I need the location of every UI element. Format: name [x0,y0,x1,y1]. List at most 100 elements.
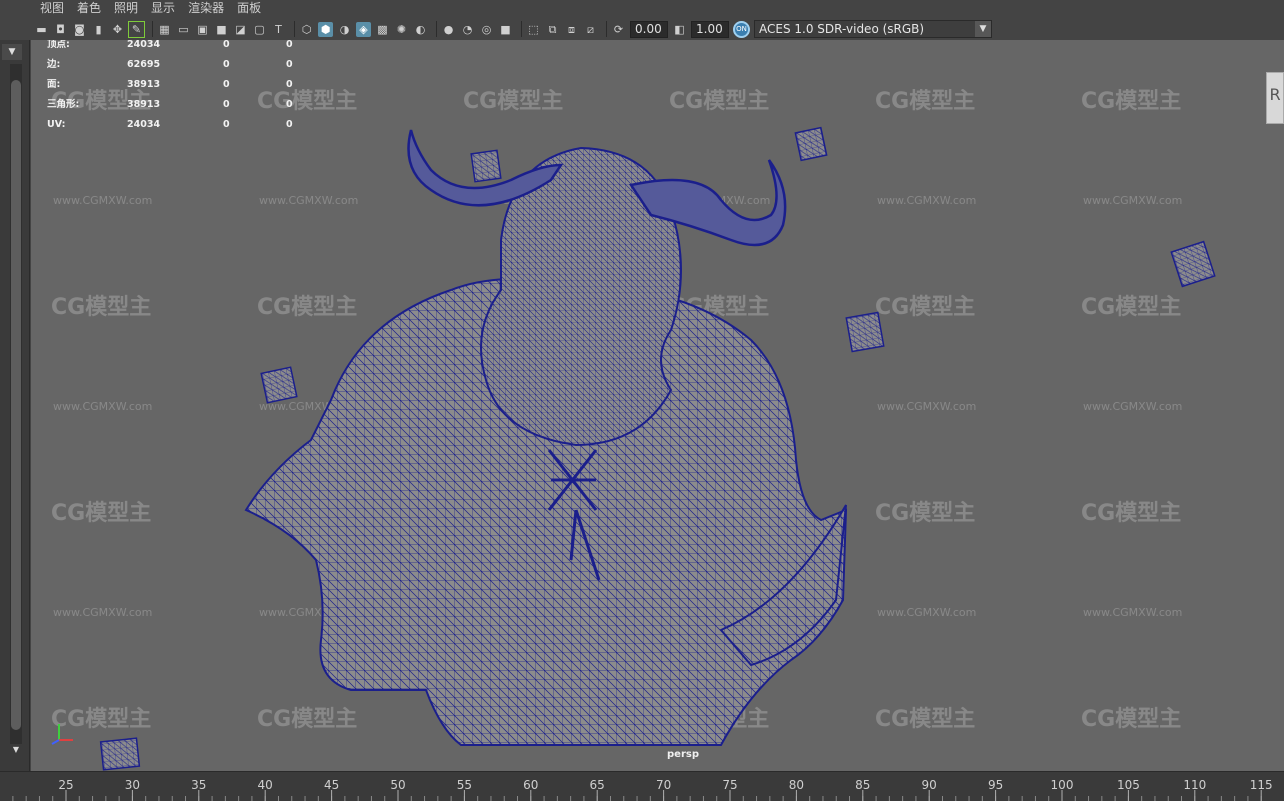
timeline-tick-label: 55 [457,778,472,792]
depth-of-field-icon[interactable]: ■ [498,22,513,37]
panel-scroll-thumb[interactable] [11,80,21,730]
watermark-logo: CG模型主 [463,89,563,114]
resolution-gate-icon[interactable]: ▣ [195,22,210,37]
toolbar-separator [521,21,522,37]
hud-row-faces: 面: 38913 0 0 [47,79,293,90]
grid-icon[interactable]: ▦ [157,22,172,37]
viewport-menu-bar: 视图 着色 照明 显示 渲染器 面板 [0,0,1284,16]
time-slider[interactable]: 25 30 35 40 45 50 55 60 65 70 75 80 85 90 95 100 105 110 1… [0,771,1284,801]
watermark-logo: CG模型主 [51,501,151,526]
color-management-toggle-icon[interactable]: ON [733,20,750,38]
isolate-select-icon[interactable]: ⬚ [526,22,541,37]
smooth-shade-icon[interactable]: ⬢ [318,21,333,37]
menu-lighting[interactable]: 照明 [114,0,138,16]
watermark-logo: CG模型主 [669,89,769,114]
xray-icon[interactable]: ⧉ [545,22,560,37]
hud-row-vertices: 顶点: 24034 0 0 [47,40,293,50]
watermark-logo: CG模型主 [1081,707,1181,732]
watermark-url: www.CGMXW.com [1083,606,1182,619]
timeline-tick-label: 100 [1051,778,1074,792]
gate-mask-icon[interactable]: ■ [214,22,229,37]
timeline-tick-label: 80 [789,778,804,792]
safe-action-icon[interactable]: ▢ [252,22,267,37]
camera-attributes-icon[interactable]: ◘ [53,22,68,37]
watermark-url: www.CGMXW.com [877,606,976,619]
timeline-tick-label: 85 [855,778,870,792]
hud-row-edges: 边: 62695 0 0 [47,59,293,70]
viewport-toolbar: ▬ ◘ ◙ ▮ ✥ ✎ ▦ ▭ ▣ ■ ◪ ▢ T ⬡ ⬢ ◑ ◈ ▩ ✺ ◐ … [34,18,1284,40]
watermark-url: www.CGMXW.com [1083,194,1182,207]
exposure-field[interactable]: 0.00 [630,20,668,38]
gamma-icon[interactable]: ◧ [672,22,687,37]
watermark-logo: CG模型主 [875,89,975,114]
watermark-logo: CG模型主 [257,707,357,732]
camera-name-label: persp [667,749,699,760]
perspective-viewport[interactable]: CG模型主 www.CGMXW.com CG模型主 www.CGMXW.com CG模型… [31,40,1284,771]
right-side-panel-tab[interactable]: R [1266,72,1284,124]
menu-show[interactable]: 显示 [151,0,175,16]
use-all-lights-icon[interactable]: ✺ [394,22,409,37]
chevron-down-icon[interactable]: ▼ [975,21,991,37]
timeline-tick-label: 60 [523,778,538,792]
timeline-tick-label: 75 [722,778,737,792]
timeline-tick-label: 40 [258,778,273,792]
two-d-pan-zoom-icon[interactable]: ✥ [110,22,125,37]
xray-joints-icon[interactable]: ⧄ [583,22,598,37]
wireframe-icon[interactable]: ⬡ [299,22,314,37]
timeline-tick-label: 25 [58,778,73,792]
watermark-logo: CG模型主 [1081,501,1181,526]
menu-view[interactable]: 视图 [40,0,64,16]
toolbar-separator [606,21,607,37]
use-default-material-icon[interactable]: ◑ [337,22,352,37]
timeline-tick-label: 45 [324,778,339,792]
timeline-tick-label: 30 [125,778,140,792]
timeline-tick-label: 65 [590,778,605,792]
watermark-url: www.CGMXW.com [877,194,976,207]
panel-menu-arrow-icon[interactable]: ▼ [2,44,22,60]
gamma-field[interactable]: 1.00 [691,20,729,38]
watermark-url: www.CGMXW.com [53,606,152,619]
safe-title-icon[interactable]: T [271,22,286,37]
menu-renderer[interactable]: 渲染器 [188,0,224,16]
select-camera-icon[interactable]: ▬ [34,22,49,37]
watermark-logo: CG模型主 [51,707,151,732]
poly-count-hud: 顶点: 24034 0 0 边: 62695 0 0 面: 38913 0 0 … [47,40,326,138]
menu-shading[interactable]: 着色 [77,0,101,16]
image-plane-icon[interactable]: ▮ [91,22,106,37]
menu-panels[interactable]: 面板 [237,0,261,16]
watermark-url: www.CGMXW.com [259,194,358,207]
timeline-tick-label: 115 [1250,778,1273,792]
textured-icon[interactable]: ▩ [375,22,390,37]
watermark-logo: CG模型主 [875,501,975,526]
screen-space-ao-icon[interactable]: ● [441,22,456,37]
hud-row-uvs: UV: 24034 0 0 [47,119,293,130]
shadows-icon[interactable]: ◐ [413,22,428,37]
watermark-url: www.CGMXW.com [53,400,152,413]
view-transform-value: ACES 1.0 SDR-video (sRGB) [759,22,925,36]
grease-pencil-icon[interactable]: ✎ [128,20,145,38]
toolbar-separator [294,21,295,37]
timeline-tick-label: 50 [390,778,405,792]
bookmarks-icon[interactable]: ◙ [72,22,87,37]
xray-active-components-icon[interactable]: ⧈ [564,22,579,37]
multisample-aa-icon[interactable]: ◎ [479,22,494,37]
left-side-panel: ▼ ▼ [0,40,30,771]
watermark-url: www.CGMXW.com [877,400,976,413]
motion-blur-icon[interactable]: ◔ [460,22,475,37]
view-transform-select[interactable]: ACES 1.0 SDR-video (sRGB) ▼ [754,20,992,38]
timeline-tick-label: 105 [1117,778,1140,792]
scroll-down-arrow-icon[interactable]: ▼ [10,744,22,756]
exposure-icon[interactable]: ⟳ [611,22,626,37]
timeline-tick-label: 70 [656,778,671,792]
watermark-url: www.CGMXW.com [53,194,152,207]
field-chart-icon[interactable]: ◪ [233,22,248,37]
watermark-logo: CG模型主 [1081,295,1181,320]
film-gate-icon[interactable]: ▭ [176,22,191,37]
character-wireframe-model [244,129,848,746]
wireframe-on-shaded-icon[interactable]: ◈ [356,21,371,37]
maya-app-window: 视图 着色 照明 显示 渲染器 面板 ▬ ◘ ◙ ▮ ✥ ✎ ▦ ▭ ▣ ■ ◪… [0,0,1284,801]
timeline-tick-label: 35 [191,778,206,792]
hud-row-triangles: 三角形: 38913 0 0 [47,99,293,110]
timeline-tick-label: 110 [1183,778,1206,792]
watermark-logo: CG模型主 [51,295,151,320]
